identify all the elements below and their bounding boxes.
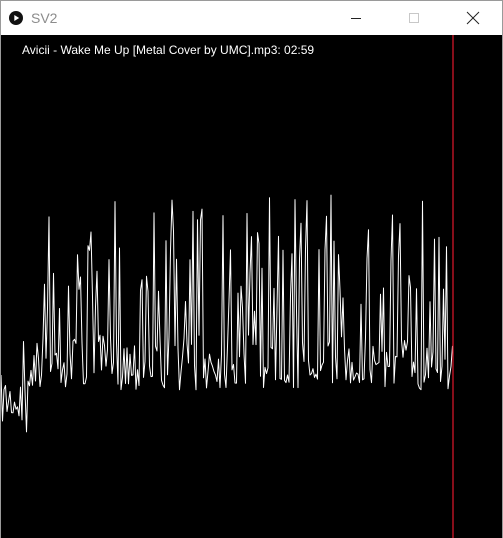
maximize-icon — [409, 13, 419, 23]
minimize-icon — [351, 18, 361, 19]
window-title: SV2 — [31, 10, 58, 26]
visualizer-canvas[interactable]: Avicii - Wake Me Up [Metal Cover by UMC]… — [1, 35, 502, 538]
waveform-line — [1, 194, 453, 433]
maximize-button[interactable] — [385, 1, 443, 35]
waveform-area — [1, 35, 454, 538]
app-window: SV2 Avicii - Wake Me Up [Metal Cover by … — [0, 0, 503, 538]
play-circle-icon — [9, 11, 23, 25]
close-button[interactable] — [444, 1, 502, 35]
minimize-button[interactable] — [327, 1, 385, 35]
close-icon — [466, 11, 480, 25]
title-bar[interactable]: SV2 — [1, 1, 502, 35]
